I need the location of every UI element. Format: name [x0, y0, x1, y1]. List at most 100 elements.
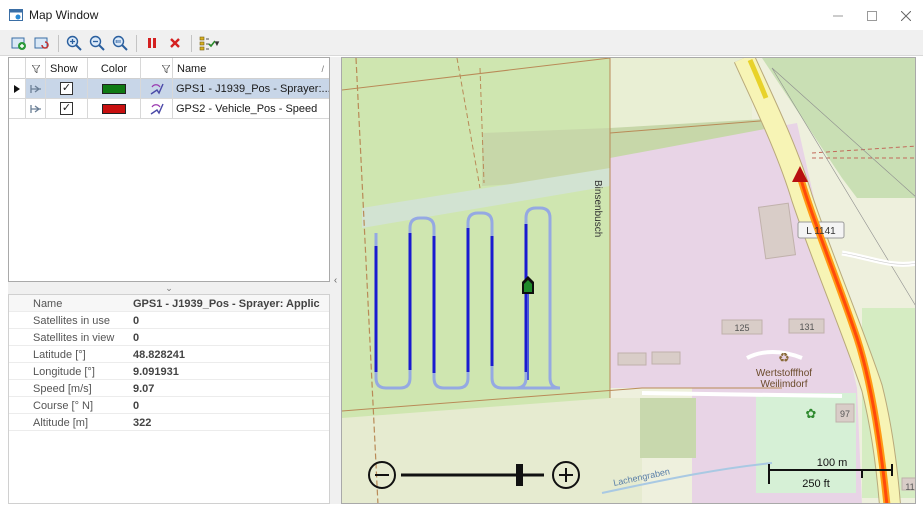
column-header-name-label: Name — [177, 62, 207, 75]
property-value: 322 — [133, 416, 152, 429]
property-value: 9.07 — [133, 382, 155, 395]
zoom-100-icon — [112, 35, 128, 51]
toolbar-separator — [191, 34, 192, 52]
property-key: Altitude [m] — [33, 416, 89, 429]
pause-button[interactable] — [141, 33, 163, 53]
table-row[interactable]: ✓ GPS1 - J1939_Pos - Sprayer:... — [9, 79, 329, 99]
filter-column-header[interactable] — [141, 58, 173, 79]
property-value: GPS1 - J1939_Pos - Sprayer: Applic — [133, 297, 320, 310]
house-number: 125 — [734, 323, 749, 333]
show-cell[interactable]: ✓ — [46, 99, 88, 118]
chevron-left-icon: ‹ — [333, 275, 338, 286]
refresh-layer-icon — [34, 37, 49, 49]
properties-panel: Name GPS1 - J1939_Pos - Sprayer: Applic … — [8, 294, 330, 504]
color-swatch[interactable] — [102, 103, 126, 114]
toolbar-separator — [58, 34, 59, 52]
layer-grid: Show Color Name / ✓ GPS1 - J1939_Pos - S… — [8, 57, 330, 282]
horizontal-splitter[interactable]: ⌄ — [8, 282, 330, 294]
row-indicator — [9, 99, 26, 118]
show-checkbox[interactable]: ✓ — [60, 82, 73, 95]
row-indicator-header — [9, 58, 26, 79]
property-value: 0 — [133, 314, 140, 327]
property-value: 9.091931 — [133, 365, 179, 378]
chevron-down-icon: ▼ — [213, 38, 221, 48]
vertical-splitter[interactable]: ‹ — [330, 57, 341, 504]
filter-column-header[interactable] — [26, 58, 46, 79]
column-header-color[interactable]: Color — [88, 58, 141, 79]
column-header-show[interactable]: Show — [46, 58, 88, 79]
house-number: 97 — [840, 409, 850, 419]
gps-layer-icon — [29, 104, 41, 113]
chevron-down-icon: ⌄ — [165, 282, 173, 293]
scale-metric-label: 100 m — [817, 457, 848, 469]
column-header-name[interactable]: Name / — [173, 58, 329, 79]
poi-label: Weilimdorf — [760, 379, 807, 390]
zoom-100-button[interactable] — [109, 33, 131, 53]
signal-icon — [150, 103, 164, 115]
close-button[interactable] — [889, 0, 923, 31]
layer-type-cell — [26, 99, 46, 118]
refresh-layer-button[interactable] — [31, 33, 53, 53]
window-title: Map Window — [29, 8, 99, 22]
delete-icon — [170, 38, 180, 48]
property-value: 0 — [133, 331, 140, 344]
zoom-in-icon — [66, 35, 82, 51]
paw-icon: ✿ — [806, 407, 817, 422]
toolbar: ▼ — [0, 31, 923, 56]
table-row[interactable]: ✓ GPS2 - Vehicle_Pos - Speed — [9, 99, 329, 119]
map-window-icon — [9, 9, 23, 21]
maximize-icon — [867, 10, 877, 21]
zoom-slider-handle[interactable] — [516, 464, 523, 486]
zoom-out-icon — [89, 35, 105, 51]
close-icon — [901, 10, 911, 21]
poi-label: Wertstofffhof — [756, 368, 812, 379]
property-row[interactable]: Altitude [m] 322 — [9, 414, 329, 431]
property-row[interactable]: Satellites in use 0 — [9, 312, 329, 329]
channel-icon-cell — [141, 99, 173, 118]
minimize-icon — [833, 15, 843, 16]
show-cell[interactable]: ✓ — [46, 79, 88, 98]
toolbar-separator — [136, 34, 137, 52]
map-canvas[interactable]: ♻ ✿ Binsenbusch L 1141 125 131 97 11 Wer… — [342, 58, 916, 504]
color-cell[interactable] — [88, 99, 141, 118]
property-key: Satellites in use — [33, 314, 111, 327]
map-view[interactable]: ♻ ✿ Binsenbusch L 1141 125 131 97 11 Wer… — [341, 57, 916, 504]
color-swatch[interactable] — [102, 83, 126, 94]
add-layer-button[interactable] — [8, 33, 30, 53]
house-number: 131 — [799, 322, 814, 332]
delete-button[interactable] — [164, 33, 186, 53]
grid-header: Show Color Name / — [9, 58, 329, 79]
property-key: Latitude [°] — [33, 348, 86, 361]
property-row[interactable]: Course [° N] 0 — [9, 397, 329, 414]
property-value: 48.828241 — [133, 348, 185, 361]
property-key: Longitude [°] — [33, 365, 95, 378]
property-row[interactable]: Satellites in view 0 — [9, 329, 329, 346]
gps-layer-icon — [29, 84, 41, 93]
row-indicator — [9, 79, 26, 98]
scale-imperial-label: 250 ft — [802, 478, 830, 490]
property-row[interactable]: Speed [m/s] 9.07 — [9, 380, 329, 397]
signal-icon — [150, 83, 164, 95]
title-bar: Map Window — [0, 0, 923, 31]
minimize-button[interactable] — [821, 0, 855, 31]
color-cell[interactable] — [88, 79, 141, 98]
property-row[interactable]: Name GPS1 - J1939_Pos - Sprayer: Applic — [9, 295, 329, 312]
house-number: 11 — [905, 482, 914, 492]
sort-icon: / — [321, 63, 324, 74]
layer-name-cell[interactable]: GPS1 - J1939_Pos - Sprayer:... — [173, 79, 329, 98]
recycle-icon: ♻ — [778, 351, 790, 366]
zoom-out-button[interactable] — [86, 33, 108, 53]
property-value: 0 — [133, 399, 140, 412]
show-checkbox[interactable]: ✓ — [60, 102, 73, 115]
road-label: L 1141 — [806, 226, 836, 237]
property-row[interactable]: Latitude [°] 48.828241 — [9, 346, 329, 363]
maximize-button[interactable] — [855, 0, 889, 31]
street-label: Binsenbusch — [592, 180, 603, 237]
property-key: Satellites in view — [33, 331, 115, 344]
checklist-button[interactable]: ▼ — [196, 33, 224, 53]
zoom-in-button[interactable] — [63, 33, 85, 53]
layer-name-cell[interactable]: GPS2 - Vehicle_Pos - Speed — [173, 99, 329, 118]
property-row[interactable]: Longitude [°] 9.091931 — [9, 363, 329, 380]
filter-icon — [162, 64, 170, 73]
layer-type-cell — [26, 79, 46, 98]
